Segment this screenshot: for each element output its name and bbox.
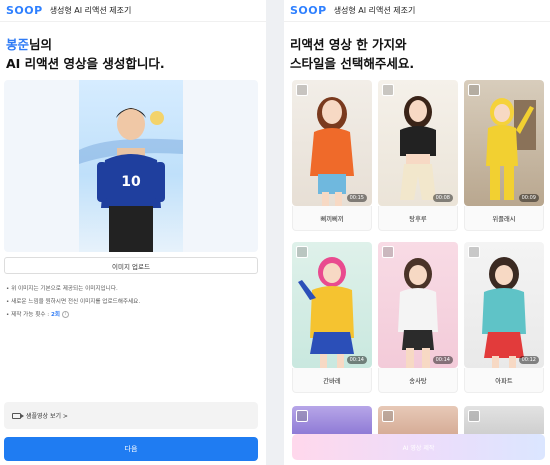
duration-badge: 00:15 — [346, 194, 367, 202]
select-checkbox[interactable] — [382, 246, 394, 258]
soop-logo: SOOP — [290, 4, 327, 17]
app-title: 생성형 AI 리액션 제조기 — [333, 6, 416, 15]
create-ai-video-button[interactable]: AI 영상 제작 — [292, 434, 545, 460]
style-label: 간바레 — [292, 368, 372, 393]
heading-line2: AI 리액션 영상을 생성합니다. — [6, 56, 165, 71]
style-thumbnail: 00:14 — [378, 242, 458, 368]
person-preview-image: 10 — [79, 80, 183, 252]
select-checkbox[interactable] — [468, 246, 480, 258]
style-card-peek[interactable] — [464, 406, 544, 434]
notice-list: 위 이미지는 기본으로 제공되는 이미지입니다. 새로운 느낌을 원하시면 전신… — [6, 283, 260, 322]
style-thumbnail: 00:08 — [378, 80, 458, 206]
next-button[interactable]: 다음 — [4, 437, 258, 461]
style-thumbnail: 00:14 — [292, 242, 372, 368]
image-upload-button[interactable]: 이미지 업로드 — [4, 257, 258, 274]
count-item: 제작 가능 횟수 : 2회i — [6, 309, 260, 322]
style-label: 송사탕 — [378, 368, 458, 393]
page-heading: 봉준님의 AI 리액션 영상을 생성합니다. — [0, 22, 266, 73]
style-card-1[interactable]: 00:15 삐끼삐끼 — [292, 80, 372, 231]
duration-badge: 00:14 — [432, 356, 453, 364]
app-header: SOOP 생성형 AI 리액션 제조기 — [284, 0, 550, 22]
heading-suffix: 님의 — [29, 37, 53, 52]
page-heading: 리액션 영상 한 가지와 스타일을 선택해주세요. — [284, 22, 550, 73]
duration-badge: 00:08 — [432, 194, 453, 202]
image-preview: 10 — [4, 80, 258, 252]
select-checkbox[interactable] — [468, 410, 480, 422]
style-card-5[interactable]: 00:14 송사탕 — [378, 242, 458, 393]
style-card-3[interactable]: 00:09 위플래시 — [464, 80, 544, 231]
heading-line1: 리액션 영상 한 가지와 — [290, 37, 407, 52]
heading-line2: 스타일을 선택해주세요. — [290, 56, 415, 71]
style-card-4[interactable]: 00:14 간바레 — [292, 242, 372, 393]
notice-item: 새로운 느낌을 원하시면 전신 이미지를 업로드해주세요. — [6, 296, 260, 309]
style-card-peek[interactable] — [292, 406, 372, 434]
duration-badge: 00:12 — [518, 356, 539, 364]
select-checkbox[interactable] — [296, 84, 308, 96]
style-label: 삐끼삐끼 — [292, 206, 372, 231]
svg-text:10: 10 — [121, 174, 141, 190]
style-label: 위플래시 — [464, 206, 544, 231]
app-title: 생성형 AI 리액션 제조기 — [49, 6, 132, 15]
select-checkbox[interactable] — [296, 410, 308, 422]
select-checkbox[interactable] — [468, 84, 480, 96]
style-card-2[interactable]: 00:08 탕후루 — [378, 80, 458, 231]
style-card-peek[interactable] — [378, 406, 458, 434]
count-label: 제작 가능 횟수 : — [11, 312, 51, 318]
style-label: 탕후루 — [378, 206, 458, 231]
sample-video-link[interactable]: 샘플영상 보기 > — [4, 402, 258, 429]
left-screen: SOOP 생성형 AI 리액션 제조기 봉준님의 AI 리액션 영상을 생성합니… — [0, 0, 266, 465]
notice-item: 위 이미지는 기본으로 제공되는 이미지입니다. — [6, 283, 260, 296]
style-card-6[interactable]: 00:12 아파트 — [464, 242, 544, 393]
info-icon[interactable]: i — [62, 311, 69, 318]
right-screen: SOOP 생성형 AI 리액션 제조기 리액션 영상 한 가지와 스타일을 선택… — [284, 0, 550, 465]
app-header: SOOP 생성형 AI 리액션 제조기 — [0, 0, 266, 22]
soop-logo: SOOP — [6, 4, 43, 17]
count-value: 2회 — [50, 312, 60, 318]
style-thumbnail: 00:15 — [292, 80, 372, 206]
video-camera-icon — [12, 412, 24, 419]
style-label: 아파트 — [464, 368, 544, 393]
sample-video-label: 샘플영상 보기 > — [26, 413, 68, 420]
user-name: 봉준 — [6, 37, 30, 52]
select-checkbox[interactable] — [382, 84, 394, 96]
duration-badge: 00:09 — [518, 194, 539, 202]
style-thumbnail: 00:12 — [464, 242, 544, 368]
duration-badge: 00:14 — [346, 356, 367, 364]
select-checkbox[interactable] — [296, 246, 308, 258]
select-checkbox[interactable] — [382, 410, 394, 422]
style-thumbnail: 00:09 — [464, 80, 544, 206]
